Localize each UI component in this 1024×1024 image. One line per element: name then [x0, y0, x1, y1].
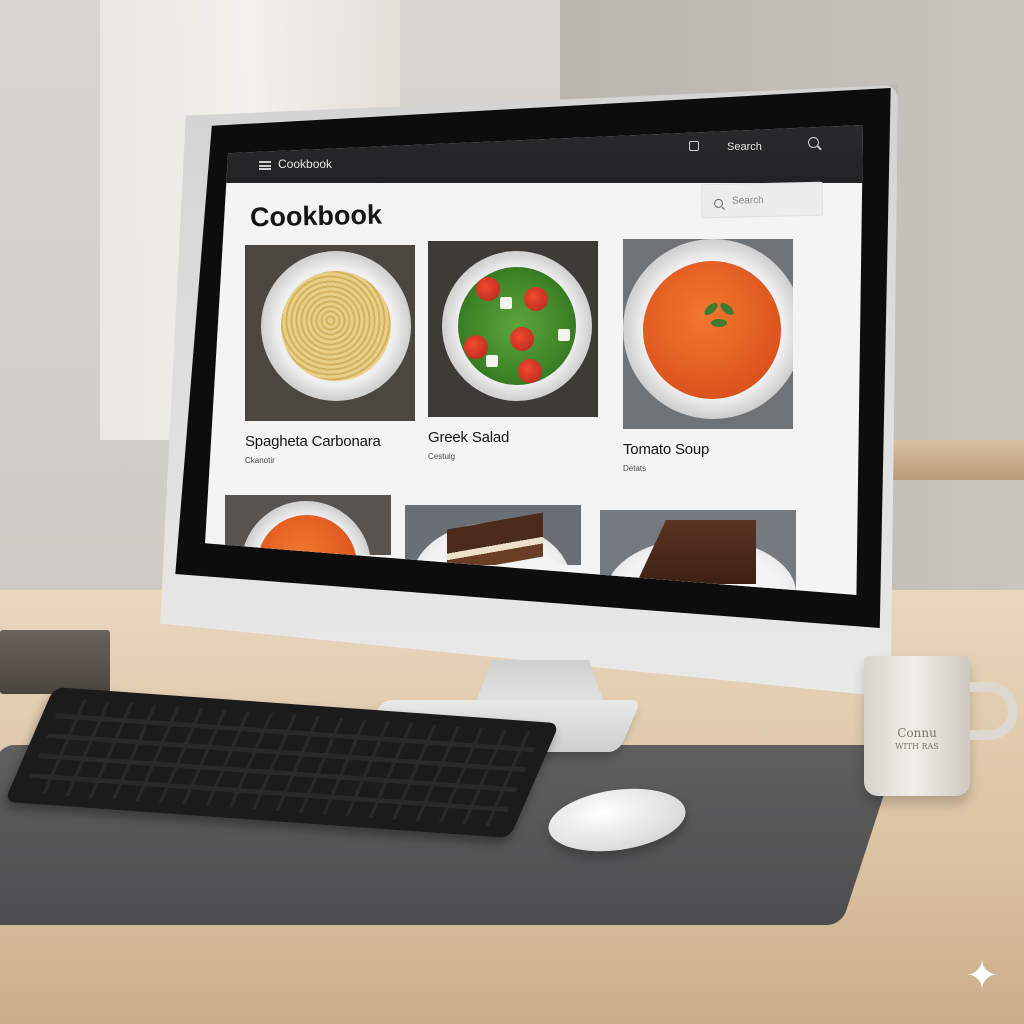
app-bar-title: Cookbook: [278, 157, 333, 171]
search-icon: [713, 198, 724, 209]
search-field[interactable]: [700, 181, 824, 219]
recipe-card[interactable]: [405, 505, 581, 565]
book: [0, 630, 110, 694]
recipe-title[interactable]: Spagheta Carbonara: [245, 433, 415, 450]
feta-image: [500, 297, 512, 309]
feta-image: [486, 355, 498, 367]
recipe-subtitle: Cestuig: [428, 452, 456, 461]
search-input[interactable]: [731, 190, 817, 209]
coffee-mug: Connu WITH RAS: [864, 656, 1018, 796]
tomato-soup-image: [643, 261, 781, 399]
mug-print: Connu WITH RAS: [864, 726, 970, 754]
chocolate-cake-image: [636, 520, 756, 584]
cake-image: [447, 512, 543, 565]
page-title: Cookbook: [249, 199, 383, 233]
sparkle-icon: ✦: [965, 954, 999, 998]
mug-text-line1: Connu: [897, 726, 937, 740]
tomato-image: [524, 287, 548, 311]
keyboard-keys: [22, 697, 542, 828]
recipe-photo-pasta[interactable]: [245, 245, 415, 421]
desk-scene: Cookbook Search Cookbook Spagheta Carbon…: [0, 0, 1024, 1024]
recipe-subtitle: Ckanotir: [245, 456, 275, 465]
recipe-card[interactable]: Spagheta Carbonara Ckanotir: [245, 245, 415, 465]
recipe-card[interactable]: [225, 495, 391, 555]
tomato-image: [476, 277, 500, 301]
recipe-title[interactable]: Tomato Soup: [623, 441, 793, 458]
hamburger-icon[interactable]: [259, 161, 271, 170]
calendar-icon[interactable]: [689, 141, 699, 151]
recipe-photo-soup[interactable]: [623, 239, 793, 429]
search-icon[interactable]: [808, 137, 819, 148]
mug-text-line2: WITH RAS: [895, 742, 939, 751]
tomato-image: [510, 327, 534, 351]
pasta-image: [281, 271, 391, 381]
recipe-photo-salad[interactable]: [428, 241, 598, 417]
recipe-card[interactable]: Greek Salad Cestuig: [428, 241, 598, 461]
monitor-screen: Cookbook Search Cookbook Spagheta Carbon…: [205, 125, 863, 595]
tomato-image: [518, 359, 542, 383]
recipe-subtitle: Detats: [623, 464, 647, 473]
recipe-title[interactable]: Greek Salad: [428, 429, 598, 446]
feta-image: [558, 329, 570, 341]
topbar-search-button[interactable]: Search: [727, 141, 762, 153]
recipe-card[interactable]: Tomato Soup Detats: [623, 239, 793, 473]
basil-image: [711, 319, 727, 327]
tomato-image: [464, 335, 488, 359]
